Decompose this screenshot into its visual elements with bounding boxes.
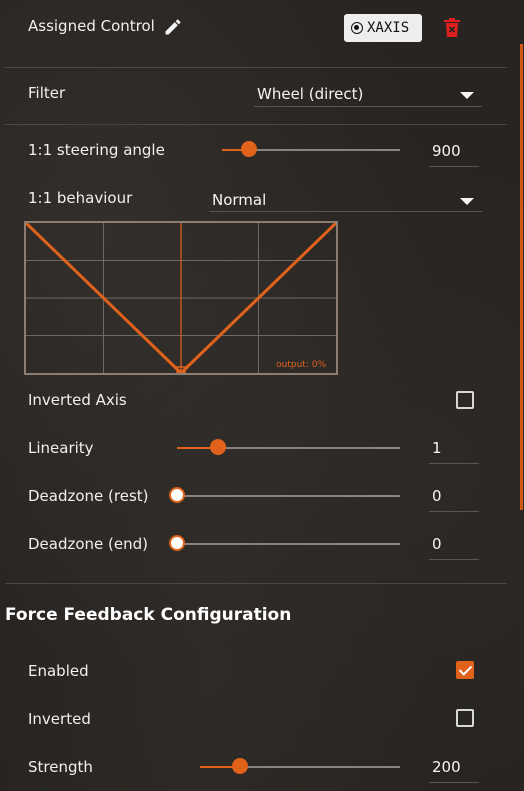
scroll-accent-bar [520,44,523,510]
steering-angle-label: 1:1 steering angle [28,141,165,159]
ffb-inverted-checkbox[interactable] [456,709,474,727]
ffb-enabled-label: Enabled [28,662,89,680]
deadzone-rest-slider-thumb[interactable] [169,487,185,503]
linearity-label: Linearity [28,439,94,457]
trash-icon[interactable] [443,18,461,38]
behaviour-select-value: Normal [212,191,267,209]
ffb-enabled-checkbox[interactable] [456,661,474,679]
inverted-axis-checkbox[interactable] [456,391,474,409]
response-curve-canvas [26,223,336,373]
deadzone-rest-slider-track[interactable] [177,495,400,497]
deadzone-rest-label: Deadzone (rest) [28,487,149,505]
divider [5,67,507,68]
ffb-section-title: Force Feedback Configuration [5,605,292,625]
filter-select-value: Wheel (direct) [257,85,364,103]
linearity-value[interactable]: 1 [429,439,479,464]
chevron-down-icon [460,92,474,99]
filter-label: Filter [28,84,66,102]
axis-badge[interactable]: XAXIS [344,14,422,42]
filter-select[interactable]: Wheel (direct) [254,80,482,107]
deadzone-end-slider-thumb[interactable] [169,535,185,551]
behaviour-select[interactable]: Normal [209,186,482,212]
behaviour-label: 1:1 behaviour [28,189,133,207]
divider [5,583,507,584]
response-curve-graph: output: 0% [24,221,338,375]
steering-angle-slider-thumb[interactable] [241,141,257,157]
inverted-axis-label: Inverted Axis [28,391,127,409]
axis-badge-label: XAXIS [367,20,410,36]
ffb-strength-label: Strength [28,758,93,776]
graph-output-label: output: 0% [276,360,326,370]
ffb-strength-slider-thumb[interactable] [232,758,248,774]
deadzone-rest-value[interactable]: 0 [429,487,479,512]
deadzone-end-label: Deadzone (end) [28,535,149,553]
ffb-inverted-label: Inverted [28,710,91,728]
radio-target-icon [351,22,363,34]
steering-angle-value[interactable]: 900 [429,142,479,167]
chevron-down-icon [460,198,474,205]
divider [5,124,507,125]
assigned-control-title: Assigned Control [28,17,155,35]
deadzone-end-value[interactable]: 0 [429,535,479,560]
pencil-icon[interactable] [163,17,183,37]
linearity-slider-thumb[interactable] [210,439,226,455]
deadzone-end-slider-track[interactable] [177,543,400,545]
ffb-strength-value[interactable]: 200 [429,758,479,783]
